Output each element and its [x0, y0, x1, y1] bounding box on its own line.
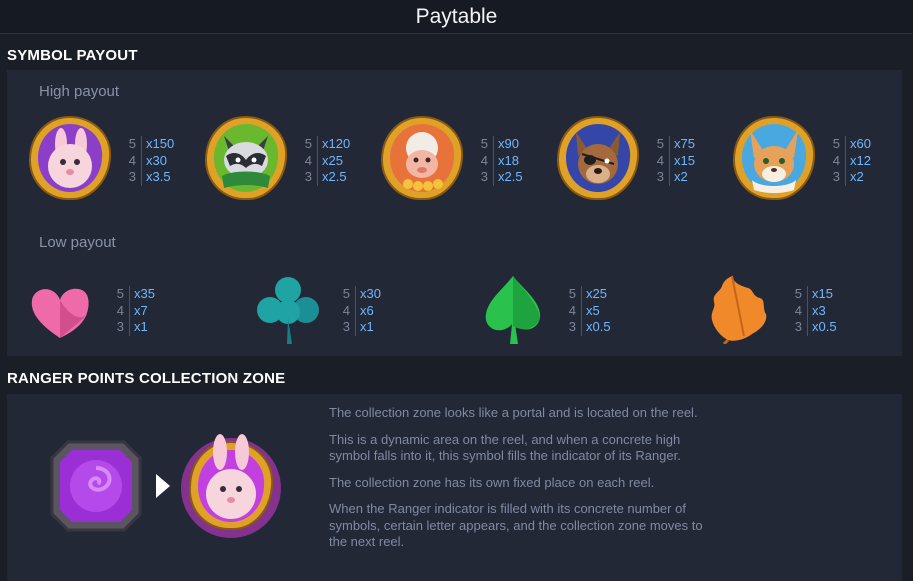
pay-count: 4 [832, 152, 840, 168]
low-symbol-2-payouts: 5 x30 4 x6 3 x1 [341, 286, 381, 336]
pay-count: 4 [128, 152, 136, 168]
purple-portal-icon [50, 440, 142, 532]
pay-value: x0.5 [812, 319, 837, 334]
pay-count: 4 [480, 152, 488, 168]
pay-count: 4 [116, 302, 124, 318]
pay-count: 3 [656, 169, 664, 184]
pay-count: 5 [832, 136, 840, 151]
pay-value: x120 [322, 136, 351, 151]
pay-value: x30 [146, 152, 167, 168]
pay-value: x18 [498, 152, 519, 168]
orange-oak-leaf-icon [711, 275, 767, 344]
description-paragraph: The collection zone has its own fixed pl… [329, 474, 655, 490]
pay-count: 4 [304, 152, 312, 168]
pay-value: x25 [586, 286, 607, 301]
pay-count: 4 [656, 152, 664, 168]
play-arrow-icon [156, 474, 170, 498]
dog-pirate-ranger-icon [556, 115, 640, 201]
pay-count: 4 [794, 302, 802, 318]
high-symbol-2-payouts: 5 x120 4 x25 3 x2.5 [303, 136, 350, 186]
pay-count: 5 [304, 136, 312, 151]
pay-value: x2.5 [498, 169, 523, 184]
pay-value: x75 [674, 136, 695, 151]
description-paragraph: The collection zone looks like a portal … [329, 405, 698, 420]
pay-value: x6 [360, 302, 374, 318]
raccoon-ranger-icon [204, 115, 288, 201]
low-symbol-1-payouts: 5 x35 4 x7 3 x1 [115, 286, 155, 336]
pay-count: 3 [480, 169, 488, 184]
pay-value: x2 [850, 169, 864, 184]
bunny-ranger-icon [28, 115, 112, 201]
pay-count: 3 [342, 319, 350, 334]
pay-value: x5 [586, 302, 600, 318]
high-symbol-1-payouts: 5 x150 4 x30 3 x3.5 [127, 136, 174, 186]
pay-count: 4 [342, 302, 350, 318]
pay-count: 5 [128, 136, 136, 151]
pay-count: 3 [304, 169, 312, 184]
paytable-title: Paytable [0, 0, 913, 34]
teal-clover-leaf-icon [257, 277, 319, 344]
pay-count: 4 [568, 302, 576, 318]
pay-value: x2.5 [322, 169, 347, 184]
pay-count: 3 [832, 169, 840, 184]
pay-count: 3 [128, 169, 136, 184]
pay-value: x35 [134, 286, 155, 301]
pay-value: x25 [322, 152, 343, 168]
low-symbol-4-payouts: 5 x15 4 x3 3 x0.5 [793, 286, 837, 336]
pay-count: 5 [568, 286, 576, 301]
high-symbol-4-payouts: 5 x75 4 x15 3 x2 [655, 136, 695, 186]
pay-value: x3.5 [146, 169, 171, 184]
low-payout-label: Low payout [39, 234, 116, 251]
pay-value: x3 [812, 302, 826, 318]
green-spade-leaf-icon [485, 276, 541, 344]
pink-heart-leaf-icon [31, 288, 89, 338]
pay-value: x60 [850, 136, 871, 151]
pay-count: 5 [794, 286, 802, 301]
monkey-ranger-icon [380, 115, 464, 201]
pay-count: 5 [116, 286, 124, 301]
pay-value: x15 [674, 152, 695, 168]
description-paragraph: When the Ranger indicator is filled with… [329, 501, 703, 549]
pay-value: x7 [134, 302, 148, 318]
pay-count: 5 [480, 136, 488, 151]
low-symbol-3-payouts: 5 x25 4 x5 3 x0.5 [567, 286, 611, 336]
pay-value: x90 [498, 136, 519, 151]
high-symbol-5-payouts: 5 x60 4 x12 3 x2 [831, 136, 871, 186]
glowing-bunny-ranger-icon [181, 434, 281, 538]
fox-ranger-icon [732, 115, 816, 201]
pay-value: x1 [134, 319, 148, 334]
pay-value: x2 [674, 169, 688, 184]
high-payout-label: High payout [39, 83, 120, 100]
high-symbol-3-payouts: 5 x90 4 x18 3 x2.5 [479, 136, 523, 186]
description-paragraph: This is a dynamic area on the reel, and … [329, 431, 681, 464]
symbol-payout-heading: SYMBOL PAYOUT [7, 47, 138, 64]
pay-count: 3 [794, 319, 802, 334]
pay-count: 5 [342, 286, 350, 301]
collection-zone-description: The collection zone looks like a portal … [329, 405, 714, 561]
pay-value: x15 [812, 286, 833, 301]
pay-count: 3 [568, 319, 576, 334]
pay-count: 5 [656, 136, 664, 151]
pay-value: x150 [146, 136, 175, 151]
pay-value: x1 [360, 319, 374, 334]
pay-count: 3 [116, 319, 124, 334]
pay-value: x30 [360, 286, 381, 301]
pay-value: x0.5 [586, 319, 611, 334]
collection-zone-heading: RANGER POINTS COLLECTION ZONE [7, 370, 286, 387]
pay-value: x12 [850, 152, 871, 168]
